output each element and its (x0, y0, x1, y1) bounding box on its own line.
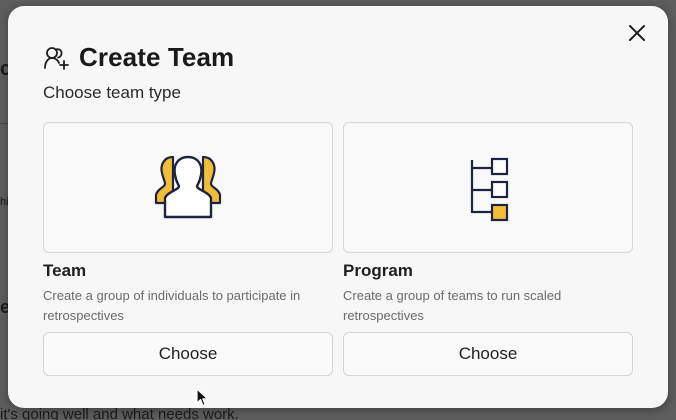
program-type-card[interactable] (343, 122, 633, 253)
dialog-header: Create Team (43, 42, 234, 73)
dialog-title: Create Team (79, 42, 235, 72)
close-button[interactable] (626, 22, 648, 44)
users-plus-icon (44, 46, 69, 70)
choose-team-button[interactable]: Choose (43, 332, 333, 376)
choose-program-button[interactable]: Choose (343, 332, 633, 376)
background-text-fragment: it's going well and what needs work. (0, 406, 239, 420)
team-people-icon (154, 155, 222, 218)
team-type-description: Create a group of individuals to partici… (43, 288, 301, 323)
team-type-title: Team (43, 261, 87, 280)
program-type-description: Create a group of teams to run scaled re… (343, 288, 562, 323)
background-divider (0, 123, 8, 124)
mouse-cursor-icon (196, 388, 209, 407)
program-hierarchy-icon (470, 157, 509, 221)
create-team-dialog: Create Team Choose team type Team Create… (8, 6, 668, 408)
program-type-title: Program (343, 261, 413, 280)
dialog-subtitle: Choose team type (43, 83, 181, 102)
team-type-card[interactable] (43, 122, 333, 253)
close-icon (629, 25, 645, 41)
